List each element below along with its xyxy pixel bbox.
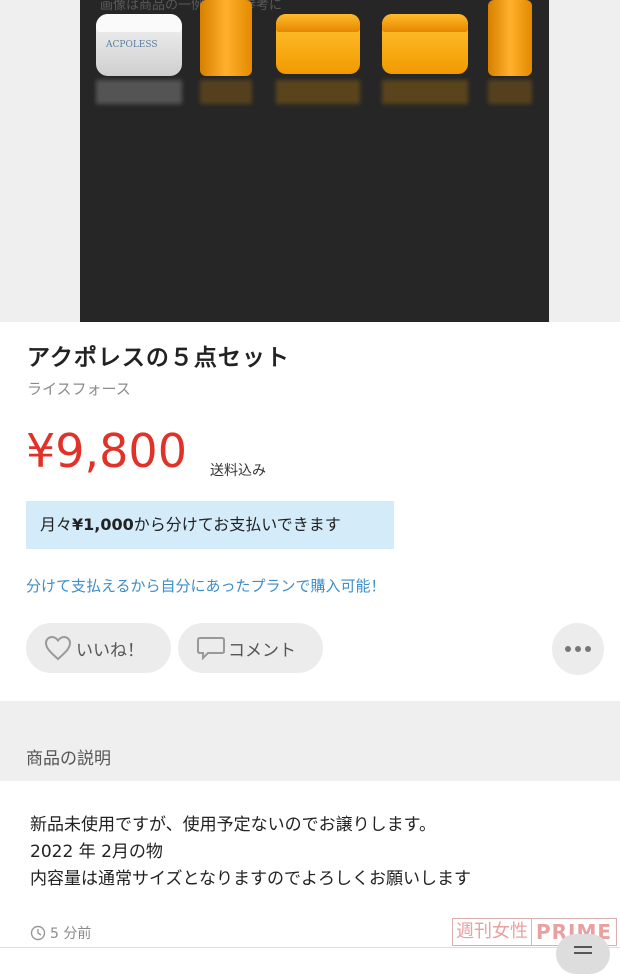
- posted-time: 5 分前: [30, 923, 91, 943]
- orange-cream-jar: [382, 14, 468, 74]
- comment-button[interactable]: コメント: [178, 623, 323, 673]
- comment-icon: [197, 637, 225, 661]
- installment-amount: ¥1,000: [72, 515, 134, 534]
- orange-cream-jar: [276, 14, 360, 74]
- comment-label: コメント: [228, 640, 296, 661]
- description-line: 2022 年 2月の物: [30, 842, 163, 862]
- orange-bottle: [200, 0, 252, 76]
- section-title-description: 商品の説明: [26, 749, 111, 769]
- product-photo[interactable]: 画像は商品の一例です／参考に ACPOLESS: [80, 0, 549, 322]
- posted-time-label: 5 分前: [50, 926, 92, 942]
- shipping-note: 送料込み: [210, 463, 266, 479]
- clock-icon: [30, 925, 46, 941]
- orange-bottle: [488, 0, 532, 76]
- description-line: 内容量は通常サイズとなりますのでよろしくお願いします: [30, 869, 471, 889]
- installment-suffix: から分けてお支払いできます: [133, 515, 341, 534]
- description-line: 新品未使用ですが、使用予定ないのでお譲りします。: [30, 815, 436, 835]
- white-cream-jar: ACPOLESS: [96, 14, 182, 76]
- section-header: [0, 701, 620, 781]
- installment-prefix: 月々: [40, 515, 73, 534]
- like-button[interactable]: いいね！: [26, 623, 171, 673]
- product-description: 新品未使用ですが、使用予定ないのでお譲りします。 2022 年 2月の物 内容量…: [30, 812, 471, 893]
- watermark-left: 週刊女性: [453, 919, 532, 945]
- more-options-button[interactable]: [552, 623, 604, 675]
- installment-banner[interactable]: 月々¥1,000から分けてお支払いできます: [26, 501, 394, 549]
- divider: [0, 947, 620, 948]
- more-horizontal-icon: [563, 646, 593, 652]
- product-title: アクポレスの５点セット: [27, 345, 290, 371]
- heart-icon: [44, 635, 72, 661]
- plan-link[interactable]: 分けて支払えるから自分にあったプランで購入可能！: [26, 575, 386, 596]
- menu-button[interactable]: [556, 934, 610, 974]
- product-image-area[interactable]: 画像は商品の一例です／参考に ACPOLESS: [0, 0, 620, 322]
- brand-link[interactable]: ライスフォース: [27, 378, 131, 399]
- image-caption: 画像は商品の一例です／参考に: [100, 0, 283, 13]
- price: ¥9,800: [26, 424, 187, 478]
- like-label: いいね！: [76, 640, 144, 661]
